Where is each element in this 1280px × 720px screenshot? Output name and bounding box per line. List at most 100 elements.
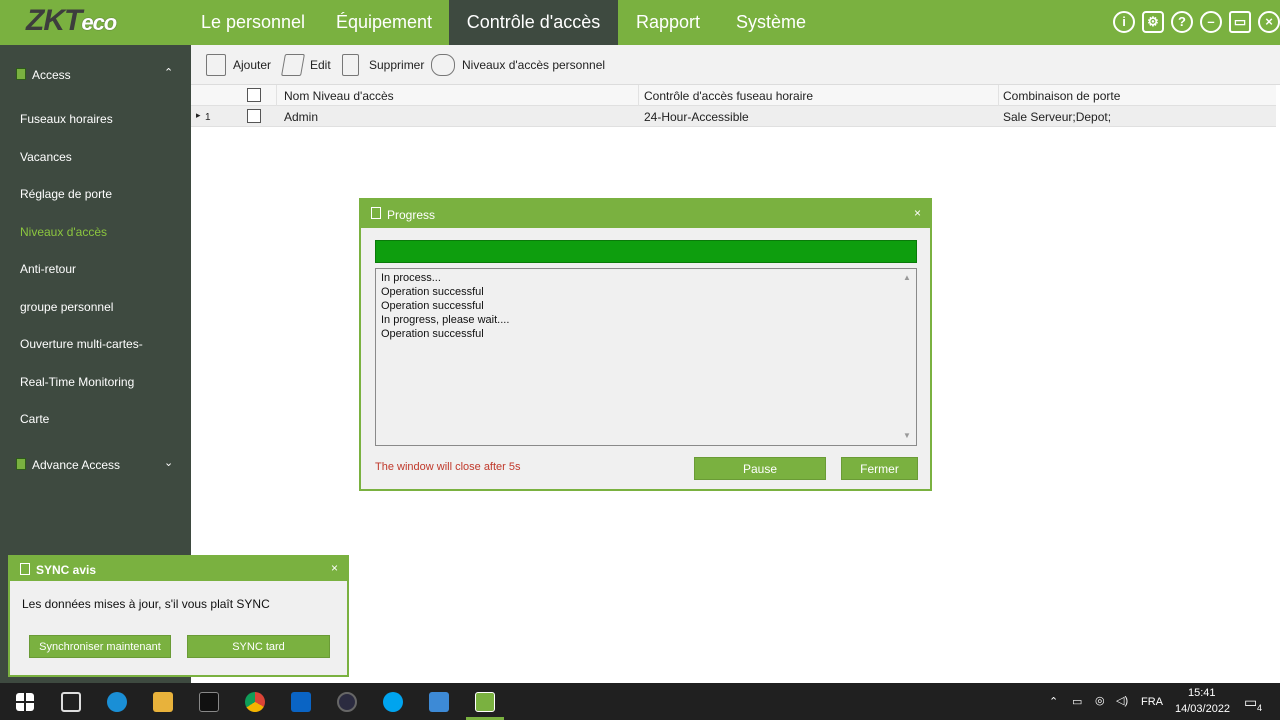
sync-notice-dialog: SYNC avis × Les données mises à jour, s'… (8, 555, 349, 677)
menu-personnel[interactable]: Le personnel (188, 0, 318, 45)
chevron-up-tray-icon[interactable]: ⌃ (1049, 695, 1058, 708)
delete-button[interactable]: Supprimer (342, 45, 424, 85)
table-row[interactable]: ▸ 1 Admin 24-Hour-Accessible Sale Serveu… (191, 106, 1276, 127)
advance-access-group-icon (16, 458, 26, 470)
skype-icon[interactable] (383, 692, 403, 712)
sync-later-button[interactable]: SYNC tard (187, 635, 330, 658)
sidebar-item-realtime-monitoring[interactable]: Real-Time Monitoring (20, 375, 134, 389)
sidebar-group-advance-access[interactable]: Advance Access ⌄ (0, 450, 191, 480)
dialog-icon (371, 207, 381, 219)
add-button[interactable]: Ajouter (206, 45, 272, 85)
row-index: 1 (205, 112, 211, 123)
info-icon[interactable]: i (1113, 11, 1135, 33)
close-icon[interactable]: × (1258, 11, 1280, 33)
clock-time[interactable]: 15:41 (1188, 687, 1216, 699)
language-indicator[interactable]: FRA (1141, 696, 1163, 708)
sidebar-item-map[interactable]: Carte (20, 412, 49, 426)
column-header-timezone[interactable]: Contrôle d'accès fuseau horaire (644, 89, 813, 103)
sidebar-item-holidays[interactable]: Vacances (20, 150, 72, 164)
delete-button-label: Supprimer (369, 58, 425, 72)
personal-access-levels-button[interactable]: Niveaux d'accès personnel (431, 45, 605, 85)
grid-header: Nom Niveau d'accès Contrôle d'accès fuse… (191, 85, 1276, 106)
log-line: Operation successful (381, 328, 484, 340)
chrome-icon[interactable] (245, 692, 265, 712)
log-line: Operation successful (381, 300, 484, 312)
cell-name: Admin (284, 110, 319, 124)
sidebar-item-anti-passback[interactable]: Anti-retour (20, 262, 76, 276)
close-button[interactable]: Fermer (841, 457, 918, 480)
column-header-door-combination[interactable]: Combinaison de porte (1003, 89, 1120, 103)
chevron-up-icon[interactable]: ⌃ (164, 66, 173, 79)
cell-timezone: 24-Hour-Accessible (644, 110, 749, 124)
cell-doors: Sale Serveur;Depot; (1003, 110, 1112, 124)
progress-dialog-title: Progress (387, 208, 436, 222)
logo-main-text: ZKT (26, 4, 82, 37)
terminal-icon[interactable] (199, 692, 219, 712)
scroll-down-icon[interactable]: ▼ (903, 431, 911, 440)
menu-equipment[interactable]: Équipement (320, 0, 448, 45)
column-divider (638, 85, 639, 106)
menu-report[interactable]: Rapport (620, 0, 716, 45)
edit-button[interactable]: Edit (281, 45, 331, 85)
auto-close-note: The window will close after 5s (375, 461, 521, 473)
restore-icon[interactable]: ▭ (1229, 11, 1251, 33)
windows-start-icon[interactable] (16, 693, 34, 711)
log-line: In process... (381, 272, 441, 284)
clock-date[interactable]: 14/03/2022 (1175, 703, 1230, 715)
sidebar-item-access-levels[interactable]: Niveaux d'accès (20, 225, 107, 239)
task-view-icon[interactable] (61, 692, 81, 712)
zkteco-logo: ZKTeco (26, 4, 166, 42)
edge-browser-icon[interactable] (107, 692, 127, 712)
add-button-label: Ajouter (233, 58, 272, 72)
row-pointer-icon: ▸ (196, 110, 201, 120)
file-explorer-icon[interactable] (153, 692, 173, 712)
battery-icon[interactable]: ▭ (1072, 695, 1082, 708)
progress-dialog-titlebar[interactable]: Progress × (361, 200, 930, 228)
remote-desktop-icon[interactable] (429, 692, 449, 712)
network-icon[interactable]: ◎ (1095, 694, 1105, 707)
minimize-icon[interactable]: – (1200, 11, 1222, 33)
row-checkbox[interactable] (247, 109, 261, 123)
zkbio-app-icon[interactable] (475, 692, 495, 712)
sync-close-icon[interactable]: × (331, 561, 338, 575)
toolbar: Ajouter Edit Supprimer Niveaux d'accès p… (191, 45, 1280, 85)
sidebar-item-door-settings[interactable]: Réglage de porte (20, 187, 112, 201)
sync-notice-titlebar[interactable]: SYNC avis × (10, 557, 347, 581)
progress-log[interactable]: In process... Operation successful Opera… (375, 268, 917, 446)
chevron-down-icon[interactable]: ⌄ (164, 456, 173, 469)
edit-button-label: Edit (310, 58, 331, 72)
sidebar-group-access[interactable]: Access ⌃ (0, 60, 191, 90)
edit-pencil-icon (281, 54, 305, 76)
windows-taskbar: ⌃ ▭ ◎ ◁) FRA 15:41 14/03/2022 ▭ 4 (0, 683, 1280, 720)
app-window: ZKTeco Le personnel Équipement Contrôle … (0, 0, 1280, 720)
progress-close-icon[interactable]: × (914, 206, 921, 220)
scroll-up-icon[interactable]: ▲ (903, 273, 911, 282)
sync-notice-message: Les données mises à jour, s'il vous plaî… (22, 597, 270, 611)
users-icon (431, 54, 455, 76)
sidebar-item-multi-card[interactable]: Ouverture multi-cartes- (20, 337, 143, 351)
select-all-checkbox[interactable] (247, 88, 261, 102)
camera-app-icon[interactable] (337, 692, 357, 712)
column-header-name[interactable]: Nom Niveau d'accès (284, 89, 394, 103)
notification-icon[interactable]: ▭ (1244, 694, 1257, 711)
sync-now-button[interactable]: Synchroniser maintenant (29, 635, 171, 658)
menu-system[interactable]: Système (720, 0, 822, 45)
log-line: Operation successful (381, 286, 484, 298)
logo-suffix-text: eco (81, 10, 117, 35)
sidebar-group-advance-label: Advance Access (32, 458, 121, 472)
add-document-icon (206, 54, 226, 76)
outlook-icon[interactable] (291, 692, 311, 712)
personal-access-levels-label: Niveaux d'accès personnel (462, 58, 606, 72)
sidebar-item-personnel-group[interactable]: groupe personnel (20, 300, 113, 314)
volume-icon[interactable]: ◁) (1116, 694, 1128, 707)
pause-button[interactable]: Pause (694, 457, 826, 480)
sidebar-group-access-label: Access (32, 68, 71, 82)
gear-icon[interactable]: ⚙ (1142, 11, 1164, 33)
column-divider (998, 85, 999, 106)
log-line: In progress, please wait.... (381, 314, 510, 326)
trash-icon (342, 54, 359, 76)
dialog-icon (20, 563, 30, 575)
menu-access-control[interactable]: Contrôle d'accès (449, 0, 618, 45)
sidebar-item-time-zones[interactable]: Fuseaux horaires (20, 112, 113, 126)
help-icon[interactable]: ? (1171, 11, 1193, 33)
